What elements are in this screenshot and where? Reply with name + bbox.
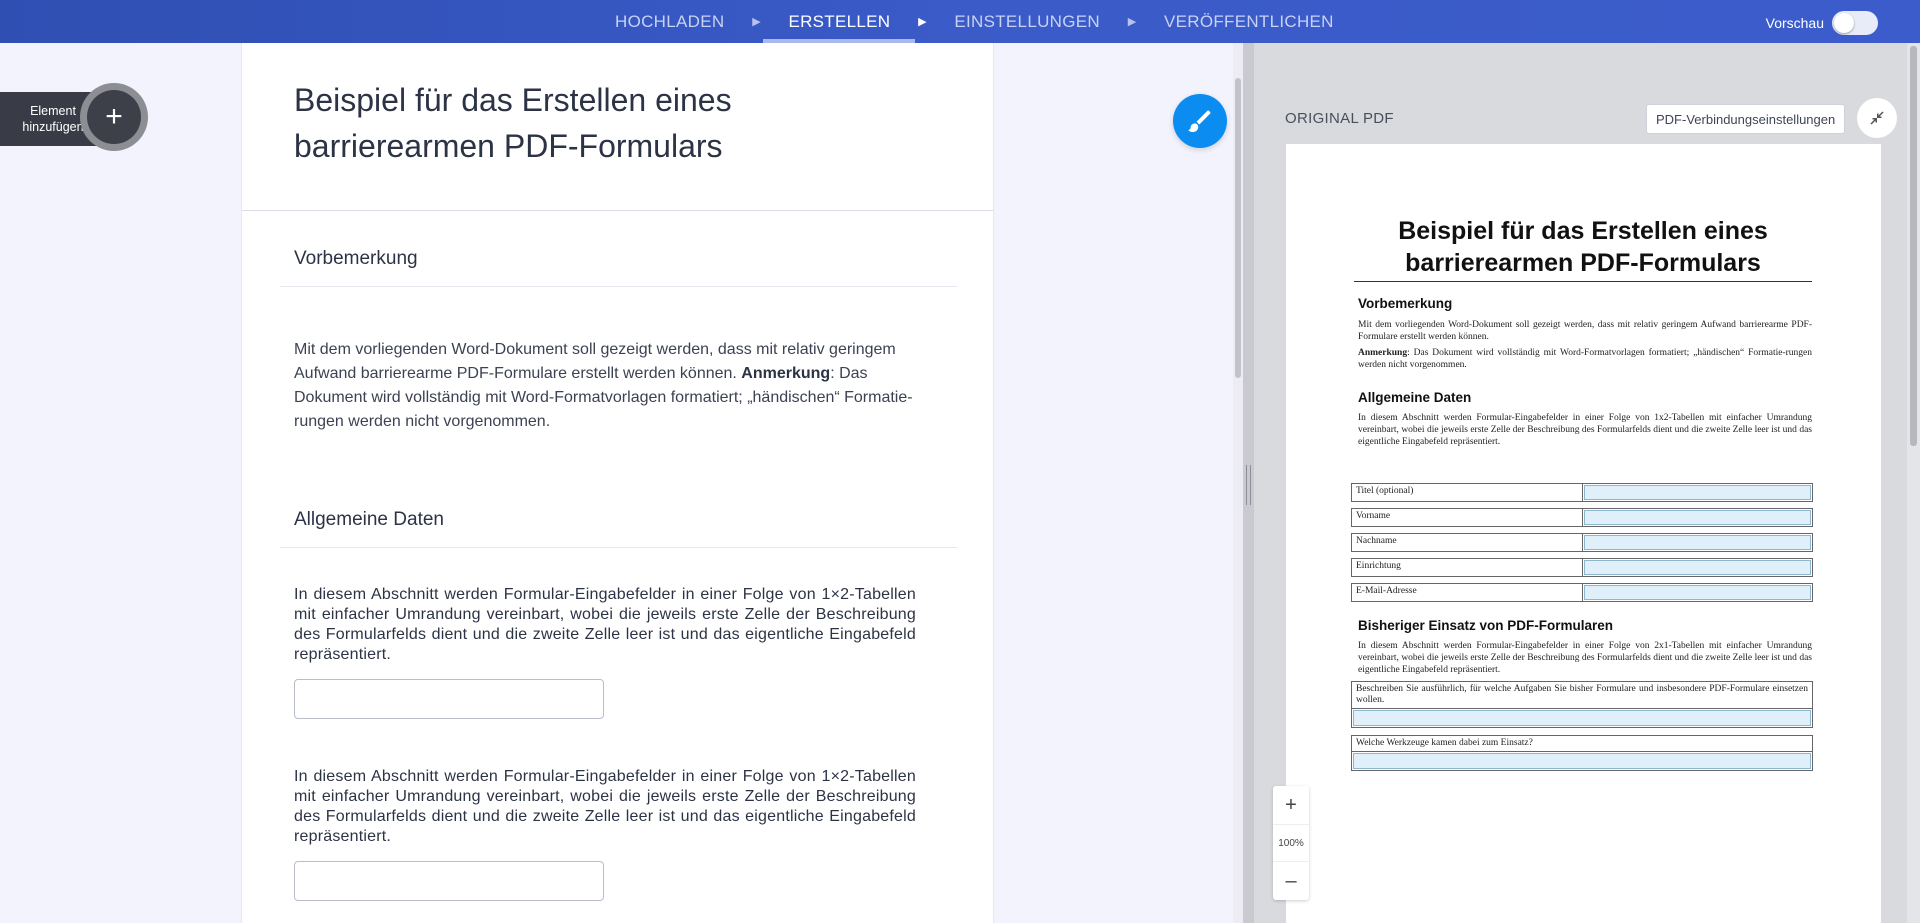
pdf-row-label: Vorname bbox=[1352, 509, 1583, 526]
pdf-title: Beispiel für das Erstellen eines barrier… bbox=[1354, 215, 1812, 279]
add-element-label: Element hinzufügen bbox=[20, 103, 86, 135]
pdf-form-box: Beschreiben Sie ausführlich, für welche … bbox=[1351, 681, 1813, 728]
preview-label: Vorschau bbox=[1765, 15, 1824, 31]
zoom-controls: + 100% – bbox=[1273, 786, 1309, 900]
section-heading-vorbemerkung[interactable]: Vorbemerkung bbox=[294, 248, 418, 270]
step-upload[interactable]: HOCHLADEN bbox=[590, 0, 749, 43]
wizard-steps: HOCHLADEN ▶ ERSTELLEN ▶ EINSTELLUNGEN ▶ … bbox=[590, 0, 1359, 43]
pdf-title-line1: Beispiel für das Erstellen eines bbox=[1398, 217, 1768, 245]
pdf-form-row: E-Mail-Adresse bbox=[1351, 583, 1813, 602]
pdf-form-row: Titel (optional) bbox=[1351, 483, 1813, 502]
pdf-form-row: Vorname bbox=[1351, 508, 1813, 527]
form-title-line1: Beispiel für das Erstellen eines bbox=[294, 82, 732, 118]
paragraph-bold: Anmerkung bbox=[741, 365, 831, 382]
preview-toggle[interactable] bbox=[1832, 11, 1878, 35]
collapse-panel-button[interactable] bbox=[1857, 98, 1897, 138]
divider bbox=[280, 286, 957, 287]
form-title-line2: barrierearmen PDF-Formulars bbox=[294, 128, 723, 164]
pdf-form-row: Einrichtung bbox=[1351, 558, 1813, 577]
zoom-level: 100% bbox=[1273, 824, 1309, 862]
add-element-label-line1: Element bbox=[30, 104, 76, 118]
paint-brush-button[interactable] bbox=[1173, 94, 1227, 148]
pdf-paragraph-4: In diesem Abschnitt werden Formular-Eing… bbox=[1358, 641, 1812, 675]
top-navigation-bar: HOCHLADEN ▶ ERSTELLEN ▶ EINSTELLUNGEN ▶ … bbox=[0, 0, 1920, 43]
pdf-input-field bbox=[1584, 485, 1811, 500]
pdf-row-label: Nachname bbox=[1352, 534, 1583, 551]
pdf-input-field bbox=[1584, 535, 1811, 550]
add-element-label-line2: hinzufügen bbox=[22, 120, 84, 134]
step-create[interactable]: ERSTELLEN bbox=[763, 0, 916, 43]
chevron-right-icon: ▶ bbox=[1127, 16, 1137, 28]
pdf-input-field bbox=[1584, 510, 1811, 525]
pdf-form-box: Welche Werkzeuge kamen dabei zum Einsatz… bbox=[1351, 735, 1813, 771]
pdf-input-field bbox=[1584, 560, 1811, 575]
pdf-heading-bisheriger-einsatz: Bisheriger Einsatz von PDF-Formularen bbox=[1358, 618, 1614, 633]
pdf-pane-title: ORIGINAL PDF bbox=[1285, 110, 1394, 127]
text-input-1[interactable] bbox=[294, 679, 604, 719]
pdf-input-field bbox=[1353, 753, 1811, 769]
pdf-row-label: Titel (optional) bbox=[1352, 484, 1583, 501]
pdf-box-label: Beschreiben Sie ausführlich, für welche … bbox=[1352, 682, 1812, 709]
field-description-1[interactable]: In diesem Abschnitt werden Formular-Eing… bbox=[294, 585, 916, 665]
divider bbox=[242, 210, 993, 211]
step-settings[interactable]: EINSTELLUNGEN bbox=[929, 0, 1125, 43]
preview-control: Vorschau bbox=[1766, 11, 1878, 35]
form-title[interactable]: Beispiel für das Erstellen eines barrier… bbox=[294, 77, 894, 169]
pdf-heading-vorbemerkung: Vorbemerkung bbox=[1358, 296, 1453, 311]
collapse-icon bbox=[1870, 111, 1884, 125]
resize-handle-icon[interactable] bbox=[1246, 465, 1251, 505]
pdf-row-label: Einrichtung bbox=[1352, 559, 1583, 576]
pdf-paragraph-3: In diesem Abschnitt werden Formular-Eing… bbox=[1358, 413, 1812, 447]
pdf-paragraph-1: Mit dem vorliegenden Word-Dokument soll … bbox=[1358, 320, 1812, 342]
pdf-input-field bbox=[1584, 585, 1811, 600]
zoom-out-button[interactable]: – bbox=[1273, 862, 1309, 900]
pdf-paragraph-2: Anmerkung: Das Dokument wird vollständig… bbox=[1358, 347, 1812, 371]
pdf-title-line2: barrierearmen PDF-Formulars bbox=[1405, 249, 1761, 277]
add-element-circle-button[interactable]: + bbox=[80, 83, 148, 151]
paint-brush-icon bbox=[1188, 110, 1211, 133]
paragraph-vorbemerkung[interactable]: Mit dem vorliegenden Word-Dokument soll … bbox=[294, 338, 944, 434]
divider bbox=[280, 547, 957, 548]
field-description-2[interactable]: In diesem Abschnitt werden Formular-Eing… bbox=[294, 767, 916, 847]
pdf-connection-settings-button[interactable]: PDF-Verbindungseinstellungen bbox=[1646, 104, 1846, 134]
pdf-heading-allgemeine-daten: Allgemeine Daten bbox=[1358, 390, 1472, 405]
pdf-row-label: E-Mail-Adresse bbox=[1352, 584, 1583, 601]
step-publish[interactable]: VERÖFFENTLICHEN bbox=[1139, 0, 1359, 43]
chevron-right-icon: ▶ bbox=[918, 16, 927, 28]
pdf-box-label: Welche Werkzeuge kamen dabei zum Einsatz… bbox=[1352, 736, 1812, 752]
chevron-right-icon: ▶ bbox=[752, 16, 761, 28]
plus-icon: + bbox=[87, 90, 141, 144]
pdf-input-field bbox=[1353, 710, 1811, 726]
pdf-scrollbar-thumb[interactable] bbox=[1910, 46, 1917, 446]
pdf-paragraph-bold: Anmerkung bbox=[1358, 348, 1408, 358]
text-input-2[interactable] bbox=[294, 861, 604, 901]
form-canvas: Beispiel für das Erstellen eines barrier… bbox=[241, 43, 994, 923]
pdf-title-rule bbox=[1354, 281, 1812, 282]
form-scrollbar-thumb[interactable] bbox=[1235, 78, 1241, 378]
pdf-page: Beispiel für das Erstellen eines barrier… bbox=[1286, 144, 1881, 923]
pdf-paragraph-text: : Das Dokument wird vollständig mit Word… bbox=[1358, 348, 1812, 370]
section-heading-allgemeine-daten[interactable]: Allgemeine Daten bbox=[294, 509, 444, 531]
pdf-form-row: Nachname bbox=[1351, 533, 1813, 552]
zoom-in-button[interactable]: + bbox=[1273, 786, 1309, 824]
